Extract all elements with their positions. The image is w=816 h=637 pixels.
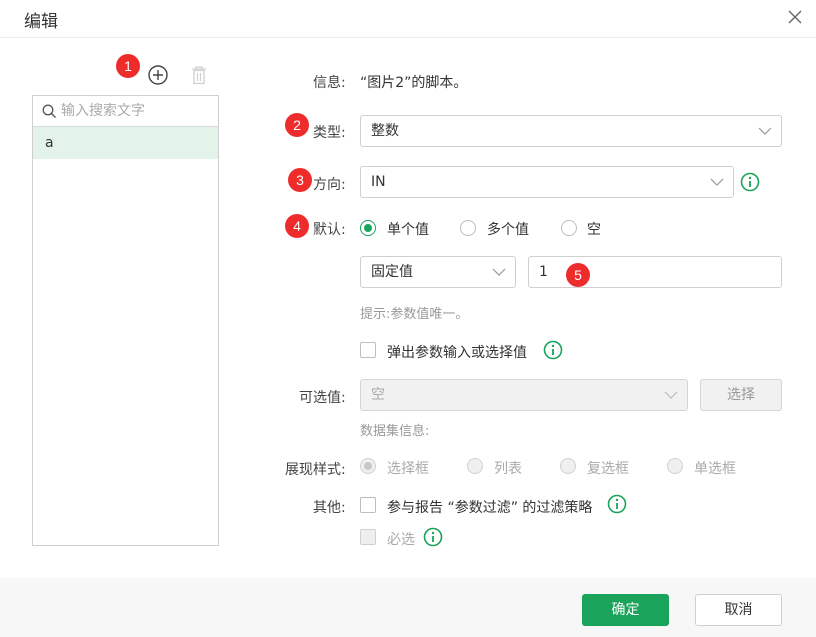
radio-multiple-values[interactable] xyxy=(460,220,476,236)
ok-button[interactable]: 确定 xyxy=(582,594,669,626)
chevron-down-icon xyxy=(492,268,506,276)
radio-multiple-values-label: 多个值 xyxy=(487,222,529,238)
type-label: 类型: xyxy=(313,125,346,141)
annotation-badge-3: 3 xyxy=(288,168,312,192)
default-value-text: 1 xyxy=(539,264,548,280)
radio-list-style xyxy=(467,458,483,474)
annotation-badge-2: 2 xyxy=(285,113,309,137)
info-label: 信息: xyxy=(313,75,346,91)
info-icon[interactable] xyxy=(543,340,563,360)
default-hint: 提示:参数值唯一。 xyxy=(360,307,469,322)
info-icon[interactable] xyxy=(607,494,627,514)
radio-checkbox-style-label: 复选框 xyxy=(587,461,629,477)
info-icon[interactable] xyxy=(423,527,443,547)
dataset-info-label: 数据集信息: xyxy=(360,424,430,439)
cancel-button[interactable]: 取消 xyxy=(695,594,782,626)
required-label: 必选 xyxy=(387,532,415,548)
dialog-footer xyxy=(0,578,816,637)
display-style-label: 展现样式: xyxy=(285,462,346,478)
dialog-title: 编辑 xyxy=(24,12,58,32)
radio-checkbox-style xyxy=(560,458,576,474)
radio-dropdown-style xyxy=(360,458,376,474)
list-item[interactable]: a xyxy=(33,127,218,159)
radio-single-value-label: 单个值 xyxy=(387,222,429,238)
dialog-titlebar: 编辑 xyxy=(0,0,816,38)
close-icon[interactable] xyxy=(784,6,806,28)
radio-radio-style xyxy=(667,458,683,474)
report-filter-label: 参与报告 “参数过滤” 的过滤策略 xyxy=(387,500,593,516)
annotation-badge-5: 5 xyxy=(566,263,590,287)
optional-values-label: 可选值: xyxy=(299,390,346,406)
radio-list-style-label: 列表 xyxy=(494,461,522,477)
type-select-value: 整数 xyxy=(371,123,399,139)
select-button-label: 选择 xyxy=(727,387,755,403)
type-select[interactable]: 整数 xyxy=(360,115,782,147)
direction-select[interactable]: IN xyxy=(360,166,734,198)
optional-values-value: 空 xyxy=(371,387,385,403)
chevron-down-icon xyxy=(664,391,678,399)
info-icon[interactable] xyxy=(740,172,760,192)
add-icon[interactable] xyxy=(147,64,169,86)
radio-single-value[interactable] xyxy=(360,220,376,236)
default-label: 默认: xyxy=(313,222,346,238)
search-box xyxy=(33,96,218,127)
popup-input-checkbox[interactable] xyxy=(360,342,376,358)
direction-label: 方向: xyxy=(313,177,346,193)
list-item-label: a xyxy=(45,135,54,151)
radio-radio-style-label: 单选框 xyxy=(694,461,736,477)
select-button: 选择 xyxy=(700,379,782,411)
report-filter-checkbox[interactable] xyxy=(360,497,376,513)
popup-input-label: 弹出参数输入或选择值 xyxy=(387,345,527,361)
radio-empty-label: 空 xyxy=(587,222,601,238)
annotation-badge-1: 1 xyxy=(116,54,140,78)
search-icon xyxy=(42,104,56,118)
other-label: 其他: xyxy=(313,500,346,516)
radio-empty[interactable] xyxy=(561,220,577,236)
edit-dialog: 编辑 1 a 信息: “图片2”的脚本。 2 类型: 整数 xyxy=(0,0,816,637)
direction-select-value: IN xyxy=(371,174,386,190)
required-checkbox xyxy=(360,529,376,545)
trash-icon xyxy=(192,66,206,85)
info-value: “图片2”的脚本。 xyxy=(360,75,468,91)
default-source-select[interactable]: 固定值 xyxy=(360,256,516,288)
radio-dropdown-style-label: 选择框 xyxy=(387,461,429,477)
default-source-value: 固定值 xyxy=(371,264,413,280)
optional-values-select: 空 xyxy=(360,379,688,411)
search-input[interactable] xyxy=(61,100,211,122)
parameter-list-panel: a xyxy=(32,95,219,546)
chevron-down-icon xyxy=(710,178,724,186)
annotation-badge-4: 4 xyxy=(285,214,309,238)
chevron-down-icon xyxy=(758,127,772,135)
